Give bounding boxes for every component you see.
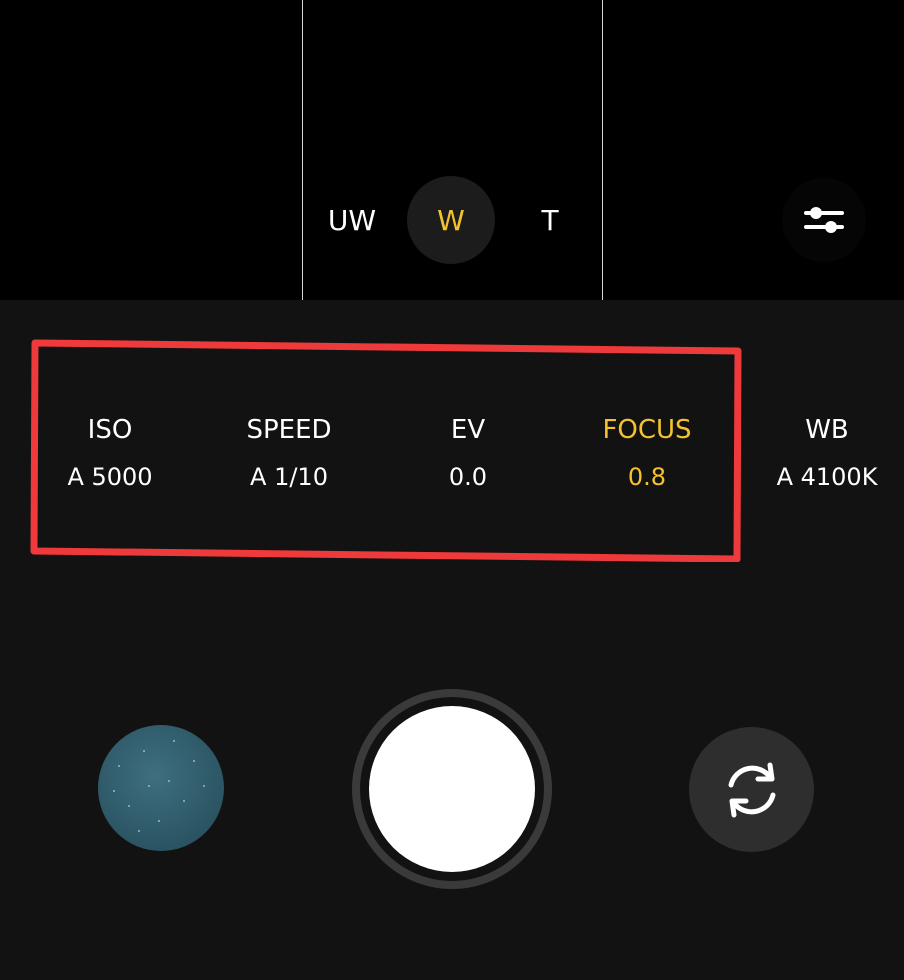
wb-control[interactable]: WB A 4100K — [742, 405, 904, 499]
lens-t-button[interactable]: T — [508, 176, 592, 264]
rotate-camera-icon — [728, 762, 775, 817]
speed-value: A 1/10 — [250, 463, 328, 491]
grid-line-1 — [302, 0, 303, 300]
switch-camera-button[interactable] — [689, 727, 814, 852]
iso-value: A 5000 — [67, 463, 153, 491]
ev-control[interactable]: EV 0.0 — [383, 405, 553, 499]
gallery-thumbnail[interactable] — [98, 725, 224, 851]
focus-control[interactable]: FOCUS 0.8 — [562, 405, 732, 499]
iso-label: ISO — [87, 415, 133, 445]
speed-label: SPEED — [246, 415, 332, 445]
viewfinder[interactable]: UW W T — [0, 0, 904, 300]
grid-line-2 — [602, 0, 603, 300]
lens-uw-button[interactable]: UW — [310, 176, 394, 264]
sliders-icon — [804, 207, 844, 233]
lens-w-button[interactable]: W — [407, 176, 495, 264]
speed-control[interactable]: SPEED A 1/10 — [204, 405, 374, 499]
focus-value: 0.8 — [627, 463, 667, 491]
wb-value: A 4100K — [776, 463, 878, 491]
iso-control[interactable]: ISO A 5000 — [25, 405, 195, 499]
ev-label: EV — [450, 415, 486, 445]
wb-label: WB — [805, 415, 849, 445]
settings-button[interactable] — [782, 178, 866, 262]
ev-value: 0.0 — [448, 463, 488, 491]
focus-label: FOCUS — [602, 415, 692, 445]
shutter-button[interactable] — [369, 706, 535, 872]
